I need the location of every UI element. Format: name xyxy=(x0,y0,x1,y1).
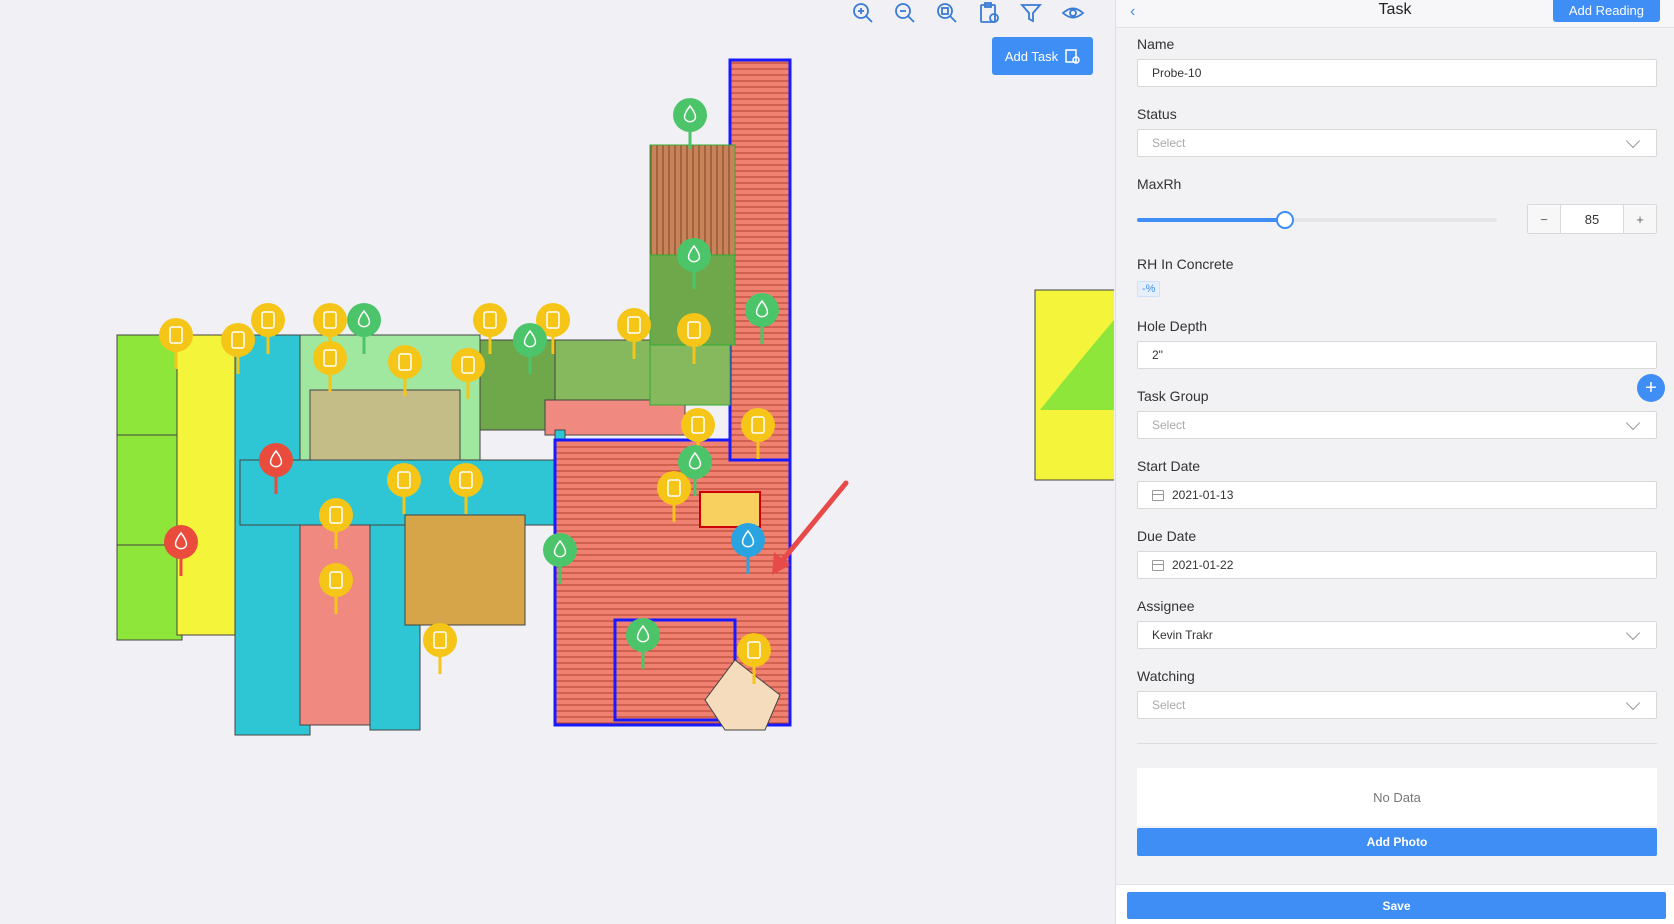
assignee-label: Assignee xyxy=(1137,598,1195,614)
rh-concrete-field: RH In Concrete -% xyxy=(1137,256,1657,297)
marker-layer[interactable] xyxy=(0,0,1114,924)
chevron-down-icon xyxy=(1625,133,1641,148)
panel-header: ‹ Task Add Reading xyxy=(1116,0,1674,28)
sensor-marker[interactable] xyxy=(473,303,507,354)
calendar-icon xyxy=(1152,559,1164,571)
maxrh-slider-fill xyxy=(1137,218,1285,222)
moisture-marker[interactable] xyxy=(164,525,198,576)
watching-select[interactable]: Select xyxy=(1137,691,1657,719)
sensor-marker[interactable] xyxy=(221,323,255,374)
moisture-marker[interactable] xyxy=(347,303,381,354)
increment-button[interactable]: + xyxy=(1624,205,1656,233)
floorplan-canvas[interactable]: Add Task xyxy=(0,0,1114,924)
status-select[interactable]: Select xyxy=(1137,129,1657,157)
chevron-down-icon xyxy=(1625,415,1641,430)
task-group-placeholder: Select xyxy=(1152,418,1186,432)
moisture-marker[interactable] xyxy=(626,618,660,669)
moisture-marker[interactable] xyxy=(731,523,765,574)
sensor-marker[interactable] xyxy=(677,313,711,364)
status-label: Status xyxy=(1137,106,1177,122)
maxrh-value[interactable]: 85 xyxy=(1560,205,1624,233)
maxrh-slider-handle[interactable] xyxy=(1275,211,1294,229)
maxrh-slider[interactable] xyxy=(1137,211,1497,229)
zoom-in-icon[interactable] xyxy=(850,0,876,26)
task-group-field: Task Group + Select xyxy=(1137,374,1665,439)
watching-field: Watching Select xyxy=(1137,668,1657,719)
hole-depth-label: Hole Depth xyxy=(1137,318,1208,334)
assignee-field: Assignee Kevin Trakr xyxy=(1137,598,1657,649)
watching-label: Watching xyxy=(1137,668,1195,684)
chevron-down-icon xyxy=(1625,625,1641,640)
sensor-marker[interactable] xyxy=(319,563,353,614)
due-date-value: 2021-01-22 xyxy=(1172,558,1234,572)
add-task-group-button[interactable]: + xyxy=(1637,374,1665,402)
due-date-input[interactable]: 2021-01-22 xyxy=(1137,551,1657,579)
sensor-marker[interactable] xyxy=(449,463,483,514)
panel-footer: Save xyxy=(1116,884,1674,924)
add-photo-button[interactable]: Add Photo xyxy=(1137,828,1657,856)
maxrh-field: MaxRh − 85 + xyxy=(1137,176,1657,236)
zoom-fit-icon[interactable] xyxy=(934,0,960,26)
watching-placeholder: Select xyxy=(1152,698,1186,712)
due-date-field: Due Date 2021-01-22 xyxy=(1137,528,1657,579)
start-date-field: Start Date 2021-01-13 xyxy=(1137,458,1657,509)
sensor-marker[interactable] xyxy=(388,345,422,396)
sensor-marker[interactable] xyxy=(451,348,485,399)
hole-depth-field: Hole Depth 2" xyxy=(1137,318,1657,369)
rh-concrete-label: RH In Concrete xyxy=(1137,256,1234,272)
moisture-marker[interactable] xyxy=(673,98,707,149)
start-date-label: Start Date xyxy=(1137,458,1201,474)
map-toolbar xyxy=(850,0,1086,26)
moisture-marker[interactable] xyxy=(543,533,577,584)
photo-list: No Data xyxy=(1137,768,1657,826)
sensor-marker[interactable] xyxy=(741,408,775,459)
sensor-marker[interactable] xyxy=(737,633,771,684)
rh-concrete-value: -% xyxy=(1137,281,1161,297)
maxrh-stepper[interactable]: − 85 + xyxy=(1527,204,1657,234)
moisture-marker[interactable] xyxy=(513,323,547,374)
chevron-down-icon xyxy=(1625,695,1641,710)
hole-depth-input[interactable]: 2" xyxy=(1137,341,1657,369)
start-date-value: 2021-01-13 xyxy=(1172,488,1234,502)
moisture-marker[interactable] xyxy=(677,238,711,289)
zoom-out-icon[interactable] xyxy=(892,0,918,26)
sensor-marker[interactable] xyxy=(423,623,457,674)
clipboard-icon xyxy=(1065,49,1080,64)
sensor-marker[interactable] xyxy=(319,498,353,549)
eye-icon[interactable] xyxy=(1060,0,1086,26)
sensor-marker[interactable] xyxy=(657,471,691,522)
moisture-marker[interactable] xyxy=(745,293,779,344)
start-date-input[interactable]: 2021-01-13 xyxy=(1137,481,1657,509)
task-group-select[interactable]: Select xyxy=(1137,411,1657,439)
name-field: Name Probe-10 xyxy=(1137,36,1657,87)
save-button[interactable]: Save xyxy=(1127,892,1666,919)
sensor-marker[interactable] xyxy=(313,341,347,392)
divider xyxy=(1137,743,1657,744)
status-placeholder: Select xyxy=(1152,136,1186,150)
moisture-marker[interactable] xyxy=(259,443,293,494)
add-task-button[interactable]: Add Task xyxy=(992,37,1093,75)
decrement-button[interactable]: − xyxy=(1528,205,1560,233)
assignee-select[interactable]: Kevin Trakr xyxy=(1137,621,1657,649)
assignee-value: Kevin Trakr xyxy=(1152,628,1213,642)
due-date-label: Due Date xyxy=(1137,528,1197,544)
sensor-marker[interactable] xyxy=(251,303,285,354)
status-field: Status Select xyxy=(1137,106,1657,157)
name-label: Name xyxy=(1137,36,1175,52)
clipboard-add-icon[interactable] xyxy=(976,0,1002,26)
name-input[interactable]: Probe-10 xyxy=(1137,59,1657,87)
add-reading-button[interactable]: Add Reading xyxy=(1552,0,1660,22)
sensor-marker[interactable] xyxy=(617,308,651,359)
sensor-marker[interactable] xyxy=(159,318,193,369)
task-group-label: Task Group xyxy=(1137,388,1209,404)
task-panel: ‹ Task Add Reading Name Probe-10 Status … xyxy=(1115,0,1674,924)
maxrh-label: MaxRh xyxy=(1137,176,1182,192)
sensor-marker[interactable] xyxy=(387,463,421,514)
add-task-label: Add Task xyxy=(1004,48,1059,64)
filter-icon[interactable] xyxy=(1018,0,1044,26)
calendar-icon xyxy=(1152,489,1164,501)
